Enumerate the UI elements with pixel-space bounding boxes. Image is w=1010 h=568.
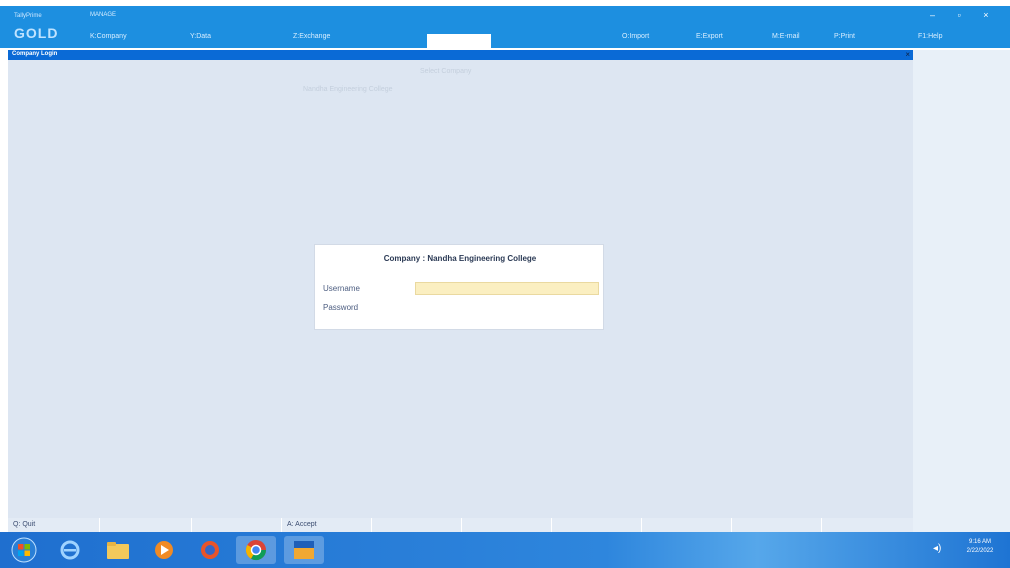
taskbar-firefox[interactable] [190, 536, 230, 564]
menu-export[interactable]: E:Export [696, 33, 723, 40]
screen-title: Company Login [12, 51, 58, 57]
top-menu-bar: TallyPrime GOLD MANAGE K:Company Y:Data … [0, 6, 1010, 48]
firefox-icon [201, 541, 219, 559]
window-controls: – ▫ × [930, 10, 989, 20]
windows-taskbar: ◂) 9:16 AM 2/22/2022 [0, 532, 1010, 568]
menu-import[interactable]: O:Import [622, 33, 649, 40]
volume-icon[interactable]: ◂) [933, 543, 941, 554]
quit-button[interactable]: Q: Quit [8, 518, 100, 532]
brand-top-text: TallyPrime [14, 13, 42, 19]
clock-date: 2/22/2022 [966, 548, 994, 554]
taskbar-media-player[interactable] [144, 536, 184, 564]
brand-gold-text: GOLD [14, 25, 59, 41]
bottom-empty-7 [732, 518, 822, 532]
username-input[interactable] [415, 282, 599, 295]
taskbar-tally[interactable] [284, 536, 324, 564]
taskbar-chrome[interactable] [236, 536, 276, 564]
restore-icon[interactable]: ▫ [958, 10, 961, 20]
menu-help[interactable]: F1:Help [918, 33, 943, 40]
media-player-icon [155, 541, 173, 559]
faint-heading: Select Company [420, 68, 472, 75]
menu-company[interactable]: K:Company [90, 33, 127, 40]
accept-button[interactable]: A: Accept [282, 518, 372, 532]
company-login-dialog: Company : Nandha Engineering College Use… [314, 244, 604, 330]
clock-time: 9:16 AM [968, 539, 991, 545]
bottom-empty-5 [552, 518, 642, 532]
bottom-action-bar: Q: Quit A: Accept [8, 518, 913, 532]
start-button[interactable] [4, 536, 44, 564]
manage-label: MANAGE [90, 12, 117, 18]
chrome-icon [245, 540, 267, 561]
tally-logo: TallyPrime GOLD [10, 10, 72, 44]
password-label: Password [323, 303, 359, 312]
screen-close-icon[interactable]: × [905, 50, 910, 59]
bottom-empty-3 [372, 518, 462, 532]
taskbar-clock[interactable]: 9:16 AM 2/22/2022 [955, 538, 1005, 556]
taskbar-ie[interactable] [50, 536, 90, 564]
internet-explorer-icon [60, 540, 80, 560]
menu-print[interactable]: P:Print [834, 33, 855, 40]
taskbar-explorer[interactable] [98, 536, 138, 564]
bottom-empty-6 [642, 518, 732, 532]
screen-title-bar: Company Login × [8, 50, 913, 60]
bottom-empty-8 [822, 518, 913, 532]
minimize-icon[interactable]: – [930, 10, 935, 20]
username-label: Username [323, 284, 360, 293]
dialog-title: Company : Nandha Engineering College [383, 254, 537, 263]
bottom-empty-2 [192, 518, 282, 532]
windows-start-icon [11, 537, 37, 563]
tally-app-icon [294, 541, 314, 559]
menu-email[interactable]: M:E-mail [772, 33, 800, 40]
folder-icon [107, 542, 129, 559]
bottom-empty-1 [100, 518, 192, 532]
menu-selection-highlight [427, 34, 491, 48]
menu-data[interactable]: Y:Data [190, 33, 211, 40]
menu-exchange[interactable]: Z:Exchange [293, 33, 330, 40]
close-icon[interactable]: × [983, 10, 988, 20]
bottom-empty-4 [462, 518, 552, 532]
right-button-panel [913, 50, 1010, 532]
faint-company-item: Nandha Engineering College [303, 86, 393, 93]
